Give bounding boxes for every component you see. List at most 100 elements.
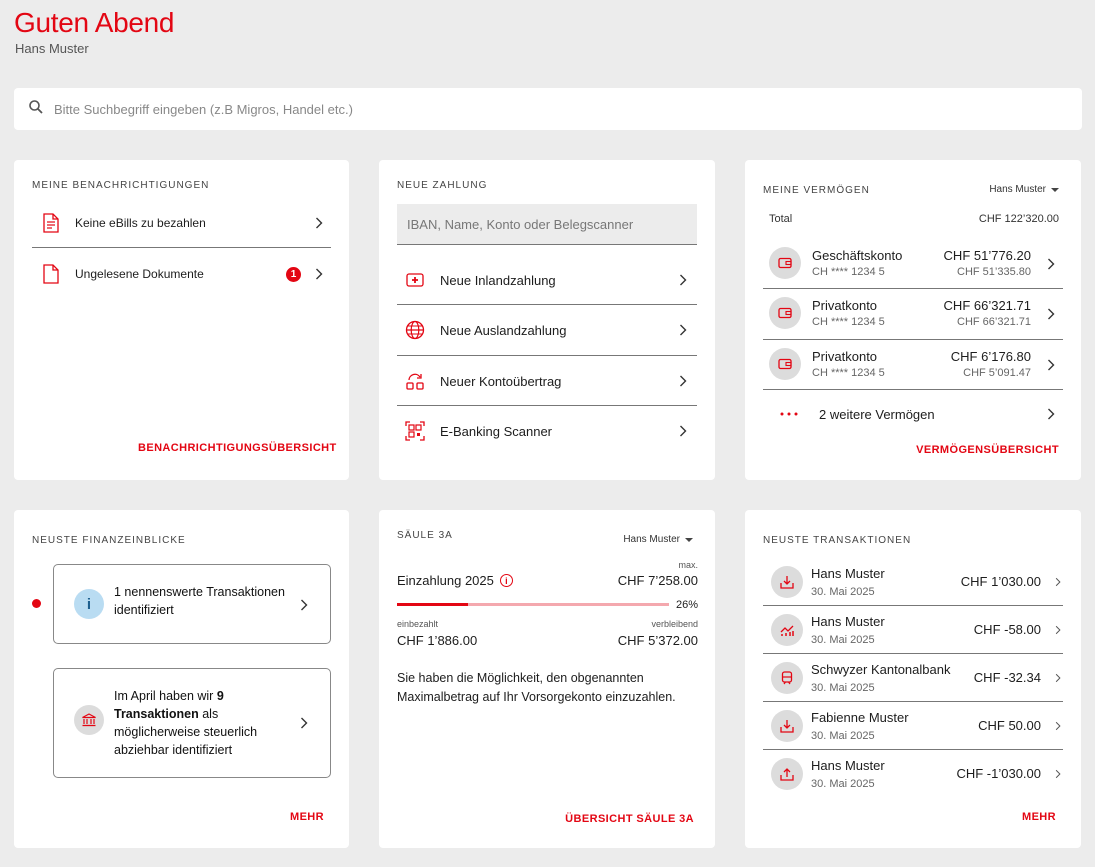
- account-iban: CH **** 1234 5: [812, 367, 885, 379]
- transaction-amount: CHF 50.00: [978, 718, 1041, 733]
- transaction-row[interactable]: Hans Muster 30. Mai 2025 CHF 1’030.00: [763, 558, 1063, 606]
- account-amount: CHF 66’321.71: [943, 298, 1031, 313]
- account-name: Geschäftskonto: [812, 248, 903, 263]
- chevron-right-icon: [680, 324, 687, 336]
- transaction-date: 30. Mai 2025: [811, 634, 875, 646]
- account-transfer-item[interactable]: Neuer Kontoübertrag: [397, 356, 697, 406]
- progress-percent: 26%: [675, 599, 698, 611]
- globe-icon: [405, 320, 425, 340]
- chevron-right-icon: [316, 268, 323, 280]
- chevron-right-icon: [680, 425, 687, 437]
- transaction-row[interactable]: Hans Muster 30. Mai 2025 CHF -58.00: [763, 606, 1063, 654]
- card-title: NEUSTE FINANZEINBLICKE: [32, 535, 186, 546]
- card-title: MEINE VERMÖGEN: [763, 185, 870, 196]
- payment-label: Neuer Kontoübertrag: [440, 373, 562, 389]
- transaction-name: Hans Muster: [811, 758, 885, 773]
- chevron-right-icon: [1048, 258, 1055, 270]
- insight-text-part: Im April haben wir: [114, 689, 217, 703]
- incoming-icon: [771, 710, 803, 742]
- account-row[interactable]: Geschäftskonto CH **** 1234 5 CHF 51’776…: [763, 238, 1063, 288]
- transaction-date: 30. Mai 2025: [811, 586, 875, 598]
- chevron-right-icon: [1048, 359, 1055, 371]
- payment-label: Neue Auslandzahlung: [440, 322, 567, 338]
- divider: [32, 247, 331, 248]
- qr-scanner-icon: [405, 421, 425, 441]
- unread-indicator-dot: [32, 599, 41, 608]
- chevron-right-icon: [680, 375, 687, 387]
- assets-overview-link[interactable]: VERMÖGENSÜBERSICHT: [916, 444, 1059, 456]
- account-row[interactable]: Privatkonto CH **** 1234 5 CHF 66’321.71…: [763, 288, 1063, 338]
- insights-more-link[interactable]: MEHR: [290, 811, 324, 823]
- chevron-right-icon: [680, 274, 687, 286]
- transaction-date: 30. Mai 2025: [811, 682, 875, 694]
- insights-card: NEUSTE FINANZEINBLICKE i 1 nennenswerte …: [14, 510, 349, 848]
- card-title: NEUE ZAHLUNG: [397, 180, 488, 191]
- pillar3a-card: SÄULE 3A Hans Muster max. Einzahlung 202…: [379, 510, 715, 848]
- payment-recipient-input[interactable]: [397, 204, 697, 245]
- outgoing-icon: [771, 758, 803, 790]
- owner-dropdown[interactable]: Hans Muster: [989, 184, 1059, 195]
- payment-label: E-Banking Scanner: [440, 423, 553, 439]
- foreign-payment-item[interactable]: Neue Auslandzahlung: [397, 305, 697, 355]
- wallet-icon: [769, 348, 801, 380]
- greeting: Guten Abend: [14, 7, 175, 38]
- progress-fill: [397, 603, 468, 606]
- transaction-row[interactable]: Fabienne Muster 30. Mai 2025 CHF 50.00: [763, 702, 1063, 750]
- pillar3a-overview-link[interactable]: ÜBERSICHT SÄULE 3A: [565, 813, 694, 825]
- user-name: Hans Muster: [15, 41, 89, 56]
- transaction-name: Hans Muster: [811, 566, 885, 581]
- scanner-item[interactable]: E-Banking Scanner: [397, 406, 697, 456]
- insight-card[interactable]: Im April haben wir 9 Transaktionen als m…: [53, 668, 331, 778]
- pillar3a-info-text: Sie haben die Möglichkeit, den obgenannt…: [397, 671, 676, 704]
- search-bar[interactable]: [14, 88, 1082, 130]
- train-icon: [771, 662, 803, 694]
- insight-text: Im April haben wir 9 Transaktionen als m…: [114, 687, 289, 759]
- investment-chart-icon: [771, 614, 803, 646]
- notification-ebills[interactable]: Keine eBills zu bezahlen: [32, 198, 331, 248]
- account-amount: CHF 6’176.80: [950, 349, 1031, 364]
- wallet-icon: [769, 297, 801, 329]
- card-title: MEINE BENACHRICHTIGUNGEN: [32, 180, 210, 191]
- account-amount-secondary: CHF 5’091.47: [963, 367, 1031, 379]
- chevron-right-icon: [1055, 577, 1061, 587]
- transaction-row[interactable]: Schwyzer Kantonalbank 30. Mai 2025 CHF -…: [763, 654, 1063, 702]
- more-dots-icon: [780, 412, 798, 416]
- chevron-right-icon: [301, 717, 308, 729]
- paid-label: einbezahlt: [397, 619, 439, 629]
- remaining-value: CHF 5’372.00: [617, 633, 698, 648]
- payment-card: NEUE ZAHLUNG Neue Inlandzahlung Neue Aus…: [379, 160, 715, 480]
- bank-icon: [74, 705, 104, 735]
- insight-card[interactable]: i 1 nennenswerte Transaktionen identifiz…: [53, 564, 331, 644]
- transaction-row[interactable]: Hans Muster 30. Mai 2025 CHF -1’030.00: [763, 750, 1063, 798]
- chevron-right-icon: [316, 217, 323, 229]
- unread-badge: 1: [286, 266, 301, 282]
- account-iban: CH **** 1234 5: [812, 316, 885, 328]
- bill-document-icon: [43, 213, 59, 233]
- chevron-right-icon: [301, 599, 308, 611]
- transactions-more-link[interactable]: MEHR: [1022, 811, 1056, 823]
- notification-documents[interactable]: Ungelesene Dokumente 1: [32, 249, 331, 299]
- owner-label: Hans Muster: [989, 184, 1046, 195]
- owner-dropdown[interactable]: Hans Muster: [623, 534, 693, 545]
- search-input[interactable]: [54, 101, 954, 117]
- transaction-amount: CHF -1’030.00: [956, 766, 1041, 781]
- notifications-overview-link[interactable]: BENACHRICHTIGUNGSÜBERSICHT: [138, 442, 337, 454]
- caret-down-icon: [1051, 187, 1059, 192]
- account-iban: CH **** 1234 5: [812, 266, 885, 278]
- total-value: CHF 122’320.00: [978, 213, 1059, 225]
- max-value: CHF 7’258.00: [617, 573, 698, 588]
- notifications-card: MEINE BENACHRICHTIGUNGEN Keine eBills zu…: [14, 160, 349, 480]
- account-row[interactable]: Privatkonto CH **** 1234 5 CHF 6’176.80 …: [763, 339, 1063, 389]
- transactions-card: NEUSTE TRANSAKTIONEN Hans Muster 30. Mai…: [745, 510, 1081, 848]
- notification-label: Keine eBills zu bezahlen: [75, 216, 206, 230]
- account-name: Privatkonto: [812, 349, 878, 364]
- notification-label: Ungelesene Dokumente: [75, 267, 204, 281]
- transaction-name: Hans Muster: [811, 614, 885, 629]
- remaining-label: verbleibend: [651, 619, 698, 629]
- more-assets-row[interactable]: 2 weitere Vermögen: [763, 390, 1063, 440]
- total-label: Total: [769, 213, 793, 225]
- domestic-payment-item[interactable]: Neue Inlandzahlung: [397, 255, 697, 305]
- info-circle-icon[interactable]: i: [499, 574, 513, 587]
- account-amount-secondary: CHF 66’321.71: [957, 316, 1031, 328]
- wallet-icon: [769, 247, 801, 279]
